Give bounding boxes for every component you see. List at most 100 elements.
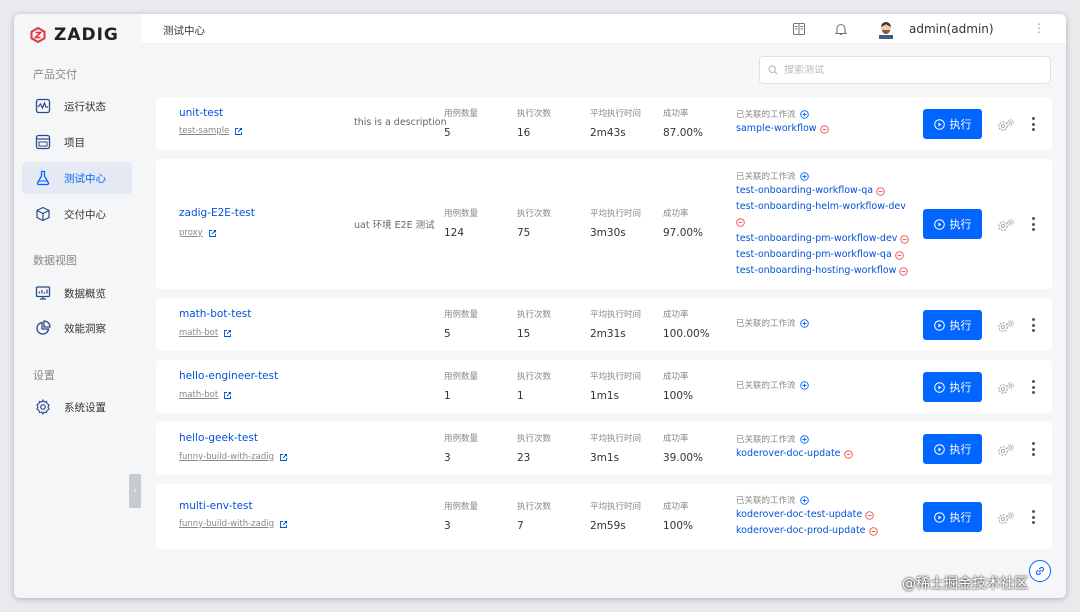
remove-workflow-icon[interactable] bbox=[865, 510, 874, 520]
stat-success: 成功率 97.00% bbox=[663, 207, 703, 239]
workflow-link[interactable]: koderover-doc-update bbox=[736, 446, 853, 462]
stat-label: 执行次数 bbox=[517, 502, 552, 512]
external-link-icon bbox=[224, 391, 232, 399]
add-workflow-icon[interactable] bbox=[799, 495, 809, 505]
remove-workflow-icon[interactable] bbox=[900, 234, 910, 244]
run-test-button[interactable]: 执行 bbox=[923, 109, 982, 139]
settings-gears-icon[interactable] bbox=[996, 381, 1016, 395]
remove-workflow-icon[interactable] bbox=[819, 124, 829, 134]
remove-workflow-icon[interactable] bbox=[736, 218, 745, 227]
stat-value: 5 bbox=[444, 127, 451, 139]
flask-icon bbox=[34, 169, 52, 187]
sidebar-item-data-overview[interactable]: 数据概览 bbox=[22, 277, 132, 309]
logo-text: ZADIG bbox=[54, 25, 119, 45]
settings-gears-icon[interactable] bbox=[996, 511, 1016, 525]
test-repo-link[interactable]: test-sample bbox=[179, 126, 243, 136]
top-bar: 测试中心 admin(admin) ⋮ bbox=[142, 14, 1066, 44]
run-test-button[interactable]: 执行 bbox=[923, 502, 982, 532]
repo-name: math-bot bbox=[179, 390, 219, 400]
sidebar-item-system-settings[interactable]: 系统设置 bbox=[22, 391, 132, 423]
add-workflow-icon[interactable] bbox=[799, 171, 809, 181]
test-name-link[interactable]: hello-engineer-test bbox=[179, 370, 278, 382]
test-name-link[interactable]: hello-geek-test bbox=[179, 432, 258, 444]
avatar[interactable] bbox=[876, 19, 896, 39]
workflow-link[interactable]: koderover-doc-test-update bbox=[736, 507, 878, 523]
more-vertical-icon[interactable] bbox=[1030, 510, 1036, 524]
sidebar-item-label: 系统设置 bbox=[64, 401, 106, 414]
stat-value: 75 bbox=[517, 227, 531, 239]
remove-workflow-icon[interactable] bbox=[895, 250, 904, 260]
stat-success: 成功率 100.00% bbox=[663, 308, 710, 340]
stat-avg-time: 平均执行时间 2m59s bbox=[590, 500, 641, 532]
test-name-link[interactable]: zadig-E2E-test bbox=[179, 207, 255, 219]
more-vertical-icon[interactable] bbox=[1030, 318, 1036, 332]
stat-label: 执行次数 bbox=[517, 310, 552, 320]
settings-gears-icon[interactable] bbox=[996, 319, 1016, 333]
workflow-link[interactable]: test-onboarding-pm-workflow-dev bbox=[736, 231, 911, 247]
sidebar: ZADIG 产品交付 运行状态 项目 测试中心 交付中心 数据视图 数据概览 效… bbox=[14, 14, 142, 598]
workflow-link[interactable]: test-onboarding-workflow-qa bbox=[736, 183, 911, 199]
stat-label: 执行次数 bbox=[517, 109, 552, 119]
workflow-link[interactable]: test-onboarding-helm-workflow-dev bbox=[736, 199, 911, 231]
add-workflow-icon[interactable] bbox=[799, 109, 809, 119]
stat-value: 3 bbox=[444, 452, 451, 464]
test-name-link[interactable]: math-bot-test bbox=[179, 308, 251, 320]
play-icon bbox=[933, 381, 945, 393]
user-name[interactable]: admin(admin) bbox=[909, 22, 994, 36]
test-repo-link[interactable]: funny-build-with-zadig bbox=[179, 452, 288, 462]
more-vertical-icon[interactable] bbox=[1030, 380, 1036, 394]
sidebar-item-efficiency-insight[interactable]: 效能洞察 bbox=[22, 312, 132, 344]
repo-name: proxy bbox=[179, 228, 203, 238]
more-vertical-icon[interactable] bbox=[1030, 117, 1036, 131]
sidebar-item-project[interactable]: 项目 bbox=[22, 126, 132, 158]
more-vertical-icon[interactable] bbox=[1030, 217, 1036, 231]
stat-label: 平均执行时间 bbox=[590, 434, 642, 444]
workflow-name: test-onboarding-helm-workflow-dev bbox=[736, 201, 906, 212]
run-test-button[interactable]: 执行 bbox=[923, 434, 982, 464]
linked-workflows-header: 已关联的工作流 bbox=[736, 169, 911, 183]
sidebar-collapse-button[interactable]: ‹ bbox=[129, 474, 141, 508]
test-repo-link[interactable]: math-bot bbox=[179, 328, 232, 338]
more-vertical-icon[interactable] bbox=[1030, 442, 1036, 456]
test-repo-link[interactable]: proxy bbox=[179, 228, 217, 238]
add-workflow-icon[interactable] bbox=[799, 380, 809, 390]
more-vertical-icon[interactable]: ⋮ bbox=[1033, 21, 1045, 35]
run-test-button[interactable]: 执行 bbox=[923, 372, 982, 402]
settings-gears-icon[interactable] bbox=[996, 443, 1016, 457]
search-input[interactable] bbox=[784, 64, 1034, 76]
page-title: 测试中心 bbox=[163, 25, 205, 37]
remove-workflow-icon[interactable] bbox=[899, 266, 909, 276]
remove-workflow-icon[interactable] bbox=[843, 449, 853, 459]
dot bbox=[1031, 510, 1035, 513]
add-workflow-icon[interactable] bbox=[799, 318, 809, 328]
sidebar-item-test-center[interactable]: 测试中心 bbox=[22, 162, 132, 194]
remove-workflow-icon[interactable] bbox=[876, 186, 885, 196]
test-name-link[interactable]: unit-test bbox=[179, 107, 223, 119]
settings-gears-icon[interactable] bbox=[996, 218, 1016, 232]
dot bbox=[1031, 228, 1035, 231]
play-icon bbox=[933, 443, 945, 455]
float-link-button[interactable] bbox=[1029, 560, 1051, 582]
logo[interactable]: ZADIG bbox=[30, 24, 119, 46]
run-test-button[interactable]: 执行 bbox=[923, 310, 982, 340]
book-icon[interactable] bbox=[792, 22, 806, 36]
sidebar-item-run-status[interactable]: 运行状态 bbox=[22, 90, 132, 122]
external-link-icon bbox=[208, 229, 216, 237]
test-repo-link[interactable]: math-bot bbox=[179, 390, 232, 400]
sidebar-item-delivery-center[interactable]: 交付中心 bbox=[22, 198, 132, 230]
test-card: math-bot-test math-bot 用例数量 5 执行次数 15 平均执行时间 2m… bbox=[156, 298, 1052, 351]
workflow-link[interactable]: test-onboarding-pm-workflow-qa bbox=[736, 247, 911, 263]
remove-workflow-icon[interactable] bbox=[868, 526, 878, 536]
settings-gears-icon[interactable] bbox=[996, 118, 1016, 132]
workflow-link[interactable]: test-onboarding-hosting-workflow bbox=[736, 263, 911, 279]
test-name-link[interactable]: multi-env-test bbox=[179, 500, 253, 512]
add-workflow-icon[interactable] bbox=[799, 434, 809, 444]
run-button-label: 执行 bbox=[949, 118, 972, 131]
workflow-link[interactable]: koderover-doc-prod-update bbox=[736, 523, 878, 539]
workflow-link[interactable]: sample-workflow bbox=[736, 121, 829, 137]
bell-icon[interactable] bbox=[834, 22, 848, 36]
run-test-button[interactable]: 执行 bbox=[923, 209, 982, 239]
stat-label: 执行次数 bbox=[517, 209, 552, 219]
test-repo-link[interactable]: funny-build-with-zadig bbox=[179, 519, 288, 529]
dot bbox=[1031, 117, 1035, 120]
